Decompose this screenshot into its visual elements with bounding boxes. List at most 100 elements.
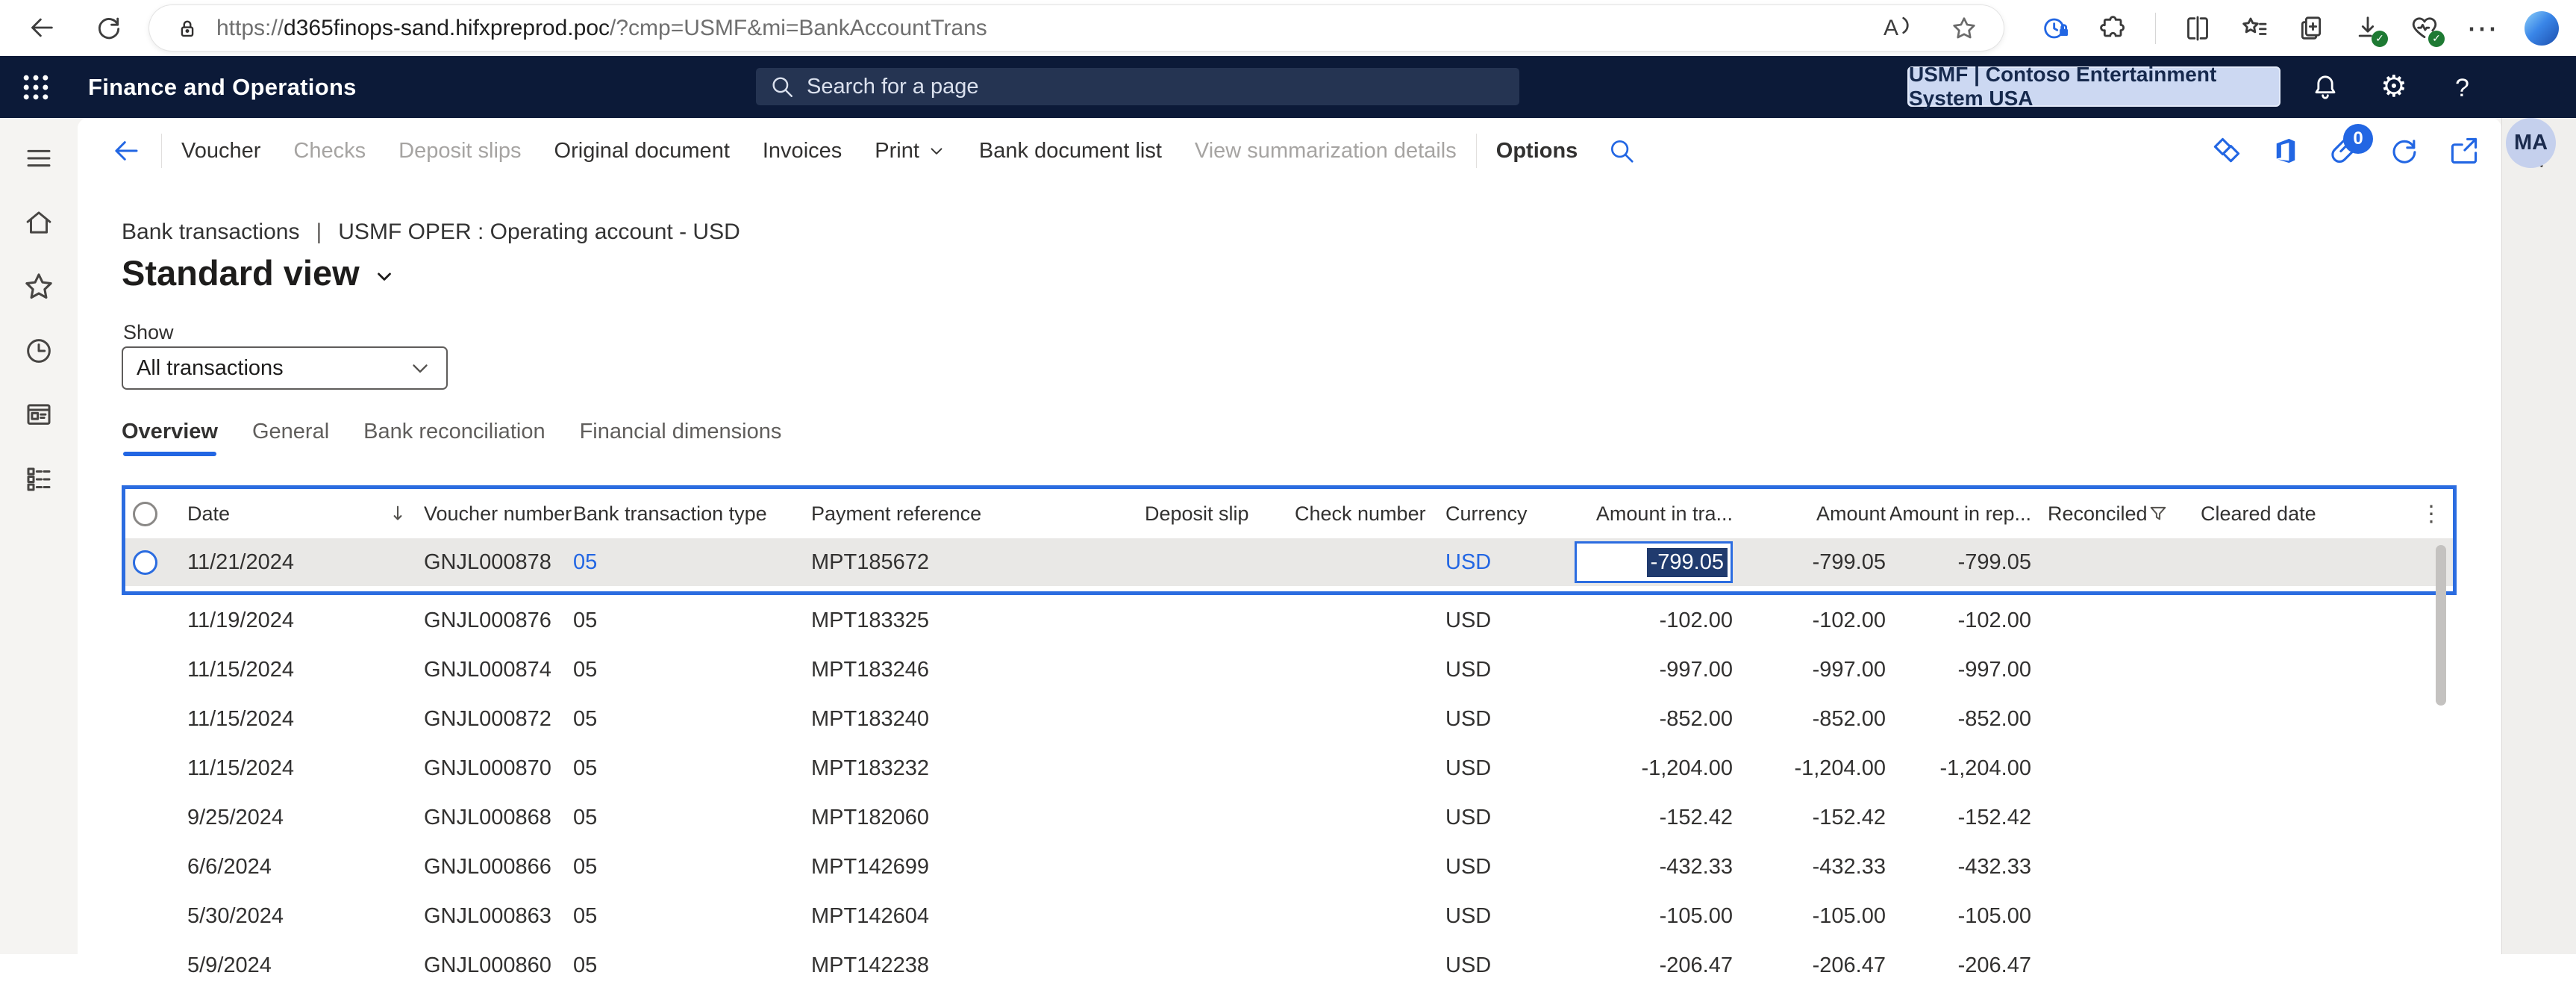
global-search-input[interactable]: Search for a page (756, 68, 1519, 105)
browser-refresh-button[interactable] (88, 7, 130, 49)
extensions-puzzle-icon[interactable] (2098, 13, 2128, 43)
help-button[interactable]: ? (2455, 74, 2469, 103)
waffle-menu-icon[interactable] (19, 71, 52, 104)
column-filter-funnel-icon[interactable] (2148, 489, 2192, 538)
collections-icon[interactable] (2239, 13, 2269, 43)
nav-workspaces-button[interactable] (22, 399, 55, 432)
attachment-count-badge: 0 (2343, 124, 2373, 154)
show-filter-select[interactable]: All transactions (122, 346, 448, 390)
copilot-page-icon[interactable] (2296, 13, 2326, 43)
user-avatar[interactable]: MA (2506, 118, 2556, 168)
column-header-amount-reporting[interactable]: Amount in rep... (1890, 489, 2036, 538)
column-header-amount[interactable]: Amount (1737, 489, 1890, 538)
site-lock-icon[interactable] (175, 16, 200, 41)
column-header-cleared-date[interactable]: Cleared date (2192, 489, 2364, 538)
cell-deposit-slip (1140, 744, 1289, 793)
select-all-cell[interactable] (125, 489, 181, 538)
breadcrumb-page[interactable]: Bank transactions (122, 220, 299, 245)
type-link[interactable]: 05 (573, 550, 597, 575)
cell-voucher: GNJL000878 (424, 538, 573, 586)
nav-favorites-button[interactable] (22, 270, 55, 303)
column-header-type[interactable]: Bank transaction type (573, 489, 804, 538)
nav-modules-button[interactable] (22, 463, 55, 496)
page-back-button[interactable] (110, 135, 142, 166)
favorite-star-icon[interactable] (1950, 14, 1978, 43)
split-screen-icon[interactable] (2183, 13, 2213, 43)
column-header-payment-reference[interactable]: Payment reference (804, 489, 1140, 538)
grid-row[interactable]: 5/9/2024 GNJL000860 05 MPT142238 USD -20… (125, 941, 2453, 990)
nav-recent-button[interactable] (22, 334, 55, 367)
read-aloud-button[interactable]: A (1883, 16, 1911, 41)
grid-active-block: Date Voucher number Bank transaction typ… (122, 485, 2457, 595)
grid-row[interactable]: 9/25/2024 GNJL000868 05 MPT182060 USD -1… (125, 793, 2453, 842)
currency-link[interactable]: USD (1445, 550, 1491, 575)
company-picker[interactable]: USMF | Contoso Entertainment System USA (1907, 66, 2280, 107)
grid-row[interactable]: 6/6/2024 GNJL000866 05 MPT142699 USD -43… (125, 842, 2453, 891)
action-print[interactable]: Print (875, 139, 946, 164)
cell-payment-reference: MPT182060 (804, 793, 1140, 842)
tab-overview[interactable]: Overview (122, 420, 218, 456)
action-invoices[interactable]: Invoices (763, 139, 842, 164)
action-voucher[interactable]: Voucher (181, 139, 260, 164)
grid-vertical-scrollbar[interactable] (2436, 545, 2446, 706)
grid-row[interactable]: 11/15/2024 GNJL000874 05 MPT183246 USD -… (125, 645, 2453, 694)
column-header-voucher[interactable]: Voucher number (424, 489, 573, 538)
grid-more-button[interactable]: ⋮ (2364, 489, 2453, 538)
cell-deposit-slip (1140, 793, 1289, 842)
breadcrumb-record: USMF OPER : Operating account - USD (338, 220, 740, 245)
grid-row[interactable]: 11/19/2024 GNJL000876 05 MPT183325 USD -… (125, 596, 2453, 645)
view-title[interactable]: Standard view (122, 252, 396, 293)
row-select-cell[interactable] (125, 538, 181, 586)
workspace-icon (23, 399, 54, 431)
cell-bank-transaction-type: 05 (573, 596, 804, 645)
column-header-deposit-slip[interactable]: Deposit slip (1140, 489, 1289, 538)
address-bar[interactable]: https://d365finops-sand.hifxpreprod.poc/… (149, 5, 2004, 51)
nav-home-button[interactable] (22, 206, 55, 239)
column-header-date[interactable]: Date (181, 489, 387, 538)
tab-general[interactable]: General (252, 420, 329, 456)
sort-descending-icon[interactable] (387, 489, 424, 538)
cell-currency: USD (1439, 596, 1536, 645)
settings-gear-icon[interactable]: ⚙ (2380, 69, 2407, 104)
browser-menu-button[interactable]: ⋯ (2466, 21, 2498, 36)
power-apps-icon[interactable] (2210, 134, 2243, 167)
row-select-radio[interactable] (133, 550, 157, 575)
column-header-check-number[interactable]: Check number (1289, 489, 1439, 538)
browser-back-button[interactable] (21, 7, 63, 49)
notifications-bell-icon[interactable] (2310, 72, 2340, 102)
grid-row-selected[interactable]: 11/21/2024 GNJL000878 05 MPT185672 USD -… (125, 538, 2453, 586)
action-original-document[interactable]: Original document (554, 139, 730, 164)
grid-row[interactable]: 11/15/2024 GNJL000870 05 MPT183232 USD -… (125, 744, 2453, 793)
cell-amount-reporting: -432.33 (1890, 842, 2036, 891)
actionbar-items: Voucher Checks Deposit slips Original do… (181, 139, 1457, 164)
copilot-icon[interactable] (2525, 11, 2559, 46)
tab-bank-reconciliation[interactable]: Bank reconciliation (363, 420, 545, 456)
refresh-page-icon[interactable] (2388, 134, 2421, 167)
grid-row[interactable]: 11/15/2024 GNJL000872 05 MPT183240 USD -… (125, 694, 2453, 744)
cell-amount: -852.00 (1737, 694, 1890, 744)
cell-payment-reference: MPT183232 (804, 744, 1140, 793)
column-header-currency[interactable]: Currency (1439, 489, 1536, 538)
grid-row[interactable]: 5/30/2024 GNJL000863 05 MPT142604 USD -1… (125, 891, 2453, 941)
cell-currency: USD (1439, 941, 1536, 990)
open-new-window-icon[interactable] (2448, 134, 2480, 167)
column-header-amount-transaction[interactable]: Amount in tra... (1536, 489, 1737, 538)
spacer-cell (2364, 744, 2453, 793)
cell-amount-reporting: -206.47 (1890, 941, 2036, 990)
cell-cleared-date (2192, 891, 2364, 941)
amount-edit-input[interactable]: -799.05 (1575, 541, 1733, 583)
options-menu-button[interactable]: Options (1496, 139, 1578, 164)
downloads-button[interactable]: ✓ (2353, 13, 2383, 43)
nav-hamburger-button[interactable] (22, 142, 55, 175)
select-all-radio[interactable] (133, 502, 157, 526)
browser-essentials-button[interactable]: ✓ (2410, 13, 2439, 43)
column-header-reconciled[interactable]: Reconciled (2036, 489, 2148, 538)
action-bank-document-list[interactable]: Bank document list (979, 139, 1162, 164)
privacy-lock-icon[interactable] (2042, 13, 2072, 43)
spacer-cell (2148, 891, 2192, 941)
office-icon[interactable] (2270, 135, 2301, 166)
actionbar-search-icon[interactable] (1607, 137, 1636, 165)
tab-financial-dimensions[interactable]: Financial dimensions (580, 420, 782, 456)
attachments-button[interactable]: 0 (2328, 134, 2361, 167)
read-aloud-icon: A (1883, 16, 1898, 41)
